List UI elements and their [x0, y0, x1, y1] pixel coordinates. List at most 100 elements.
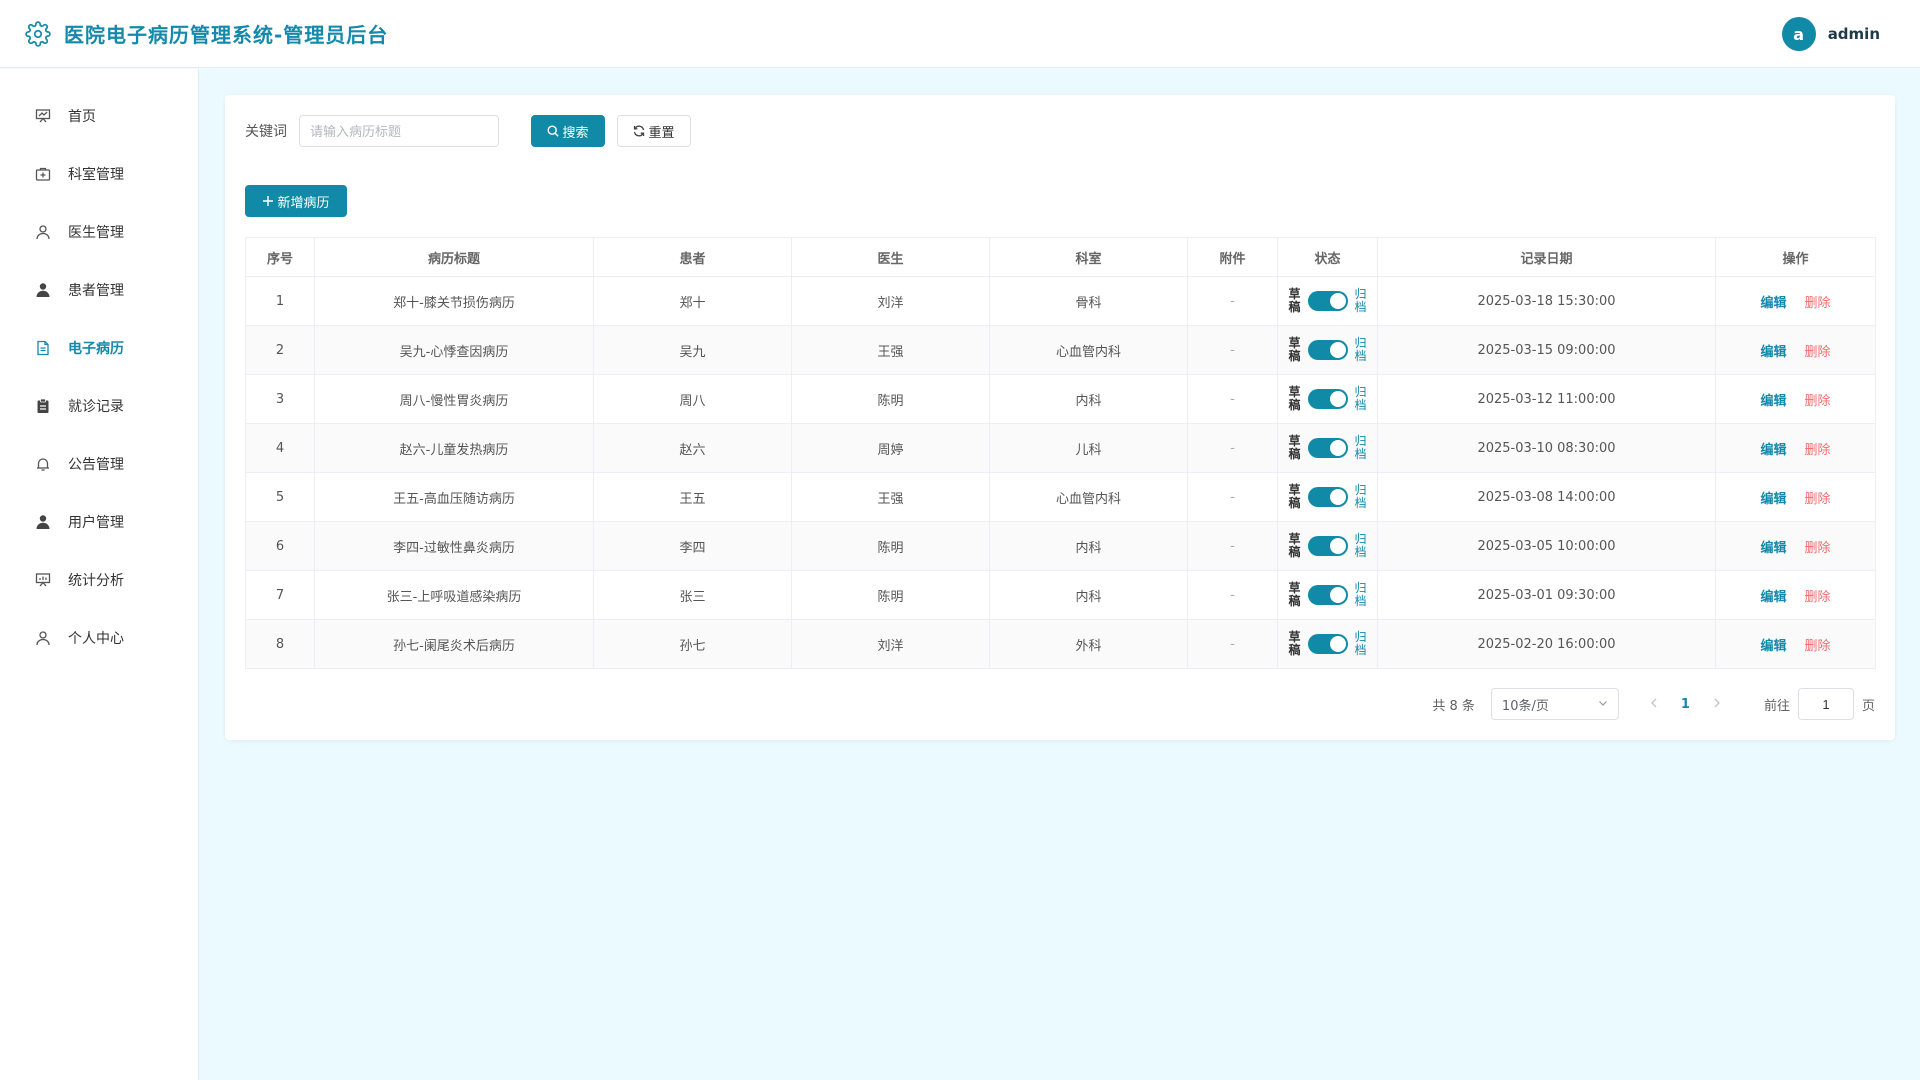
sidebar-item-notices[interactable]: 公告管理 [0, 435, 198, 493]
prev-page-button[interactable] [1647, 697, 1661, 712]
archive-toggle[interactable] [1307, 438, 1348, 458]
search-button[interactable]: 搜索 [531, 115, 605, 147]
user-outline-icon [34, 223, 52, 241]
cell-status: 草稿 归档 [1277, 619, 1378, 669]
total-count: 共 8 条 [1432, 698, 1475, 714]
delete-button[interactable]: 删除 [1805, 590, 1831, 605]
delete-button[interactable]: 删除 [1805, 296, 1831, 311]
cell-index: 5 [245, 472, 315, 522]
reset-button[interactable]: 重置 [617, 115, 691, 147]
edit-button[interactable]: 编辑 [1760, 394, 1786, 409]
edit-button[interactable]: 编辑 [1760, 541, 1786, 556]
col-date-header: 记录日期 [1377, 237, 1716, 277]
edit-button[interactable]: 编辑 [1760, 345, 1786, 360]
toggle-knob [1329, 587, 1346, 603]
keyword-input[interactable] [299, 115, 499, 147]
delete-button[interactable]: 删除 [1805, 443, 1831, 458]
page-number-current[interactable]: 1 [1681, 697, 1690, 712]
pagination: 共 8 条 10条/页 1 前往 页 [1432, 688, 1875, 720]
edit-button[interactable]: 编辑 [1760, 492, 1786, 507]
next-page-button[interactable] [1710, 697, 1724, 712]
cell-actions: 编辑 删除 [1715, 472, 1876, 522]
sidebar-item-profile[interactable]: 个人中心 [0, 609, 198, 667]
cell-doctor: 王强 [791, 325, 990, 375]
status-archived-label: 归档 [1354, 287, 1367, 314]
goto-page-input[interactable] [1797, 688, 1854, 720]
delete-button[interactable]: 删除 [1805, 639, 1831, 654]
archive-toggle[interactable] [1307, 536, 1348, 556]
delete-button[interactable]: 删除 [1805, 541, 1831, 556]
page-size-select[interactable]: 10条/页 [1490, 688, 1619, 720]
archive-toggle[interactable] [1307, 487, 1348, 507]
archive-toggle[interactable] [1307, 585, 1348, 605]
sidebar-item-emr[interactable]: 电子病历 [0, 319, 198, 377]
table-row: 3 周八-慢性胃炎病历 周八 陈明 内科 - 草稿 归档 2025-03-12 11:00:00… [245, 374, 1876, 424]
cell-title: 周八-慢性胃炎病历 [314, 374, 594, 424]
cell-index: 2 [245, 325, 315, 375]
sidebar-item-visits[interactable]: 就诊记录 [0, 377, 198, 435]
cell-date: 2025-03-05 10:00:00 [1377, 521, 1716, 571]
toggle-knob [1329, 342, 1346, 358]
delete-button[interactable]: 删除 [1805, 345, 1831, 360]
archive-toggle[interactable] [1307, 291, 1348, 311]
sidebar-item-users[interactable]: 用户管理 [0, 493, 198, 551]
archive-toggle[interactable] [1307, 389, 1348, 409]
delete-button[interactable]: 删除 [1805, 492, 1831, 507]
plus-icon [262, 195, 274, 207]
cell-attachment: - [1187, 276, 1278, 326]
cell-patient: 周八 [593, 374, 792, 424]
chevron-left-icon [1651, 698, 1657, 707]
toggle-knob [1329, 293, 1346, 309]
gear-icon [24, 20, 52, 48]
status-archived-label: 归档 [1354, 483, 1367, 510]
cell-date: 2025-03-18 15:30:00 [1377, 276, 1716, 326]
delete-button[interactable]: 删除 [1805, 394, 1831, 409]
col-status-header: 状态 [1277, 237, 1378, 277]
cell-attachment: - [1187, 570, 1278, 620]
cell-index: 1 [245, 276, 315, 326]
status-archived-label: 归档 [1354, 336, 1367, 363]
cell-title: 吴九-心悸查因病历 [314, 325, 594, 375]
archive-toggle[interactable] [1307, 340, 1348, 360]
user-name[interactable]: admin [1828, 25, 1880, 43]
top-header: 医院电子病历管理系统-管理员后台 a admin [0, 0, 1920, 68]
status-draft-label: 草稿 [1288, 630, 1301, 657]
sidebar-item-statistics[interactable]: 统计分析 [0, 551, 198, 609]
cell-dept: 内科 [989, 570, 1188, 620]
user-menu[interactable]: a admin [1781, 17, 1880, 51]
avatar[interactable]: a [1781, 17, 1816, 51]
status-draft-label: 草稿 [1288, 287, 1301, 314]
table-row: 8 孙七-阑尾炎术后病历 孙七 刘洋 外科 - 草稿 归档 2025-02-20 16:00:0… [245, 619, 1876, 669]
sidebar-item-doctors[interactable]: 医生管理 [0, 203, 198, 261]
archive-toggle[interactable] [1307, 634, 1348, 654]
table-row: 2 吴九-心悸查因病历 吴九 王强 心血管内科 - 草稿 归档 2025-03-15 09:00… [245, 325, 1876, 375]
col-attachment-header: 附件 [1187, 237, 1278, 277]
cell-index: 3 [245, 374, 315, 424]
edit-button[interactable]: 编辑 [1760, 639, 1786, 654]
table-row: 7 张三-上呼吸道感染病历 张三 陈明 内科 - 草稿 归档 2025-03-01 09:30:… [245, 570, 1876, 620]
clipboard-icon [34, 397, 52, 415]
edit-button[interactable]: 编辑 [1760, 296, 1786, 311]
table-row: 5 王五-高血压随访病历 王五 王强 心血管内科 - 草稿 归档 2025-03-08 14:0… [245, 472, 1876, 522]
cell-actions: 编辑 删除 [1715, 423, 1876, 473]
cell-date: 2025-03-01 09:30:00 [1377, 570, 1716, 620]
cell-dept: 心血管内科 [989, 472, 1188, 522]
status-draft-label: 草稿 [1288, 434, 1301, 461]
cell-attachment: - [1187, 374, 1278, 424]
sidebar-item-home[interactable]: 首页 [0, 87, 198, 145]
cell-patient: 郑十 [593, 276, 792, 326]
cell-actions: 编辑 删除 [1715, 276, 1876, 326]
chevron-down-icon [1598, 697, 1608, 712]
table-row: 6 李四-过敏性鼻炎病历 李四 陈明 内科 - 草稿 归档 2025-03-05 10:00:0… [245, 521, 1876, 571]
cell-patient: 张三 [593, 570, 792, 620]
edit-button[interactable]: 编辑 [1760, 443, 1786, 458]
cell-doctor: 周婷 [791, 423, 990, 473]
col-title-header: 病历标题 [314, 237, 594, 277]
edit-button[interactable]: 编辑 [1760, 590, 1786, 605]
col-patient-header: 患者 [593, 237, 792, 277]
sidebar-item-departments[interactable]: 科室管理 [0, 145, 198, 203]
status-archived-label: 归档 [1354, 630, 1367, 657]
sidebar-item-patients[interactable]: 患者管理 [0, 261, 198, 319]
add-record-button[interactable]: 新增病历 [245, 185, 347, 217]
status-archived-label: 归档 [1354, 385, 1367, 412]
